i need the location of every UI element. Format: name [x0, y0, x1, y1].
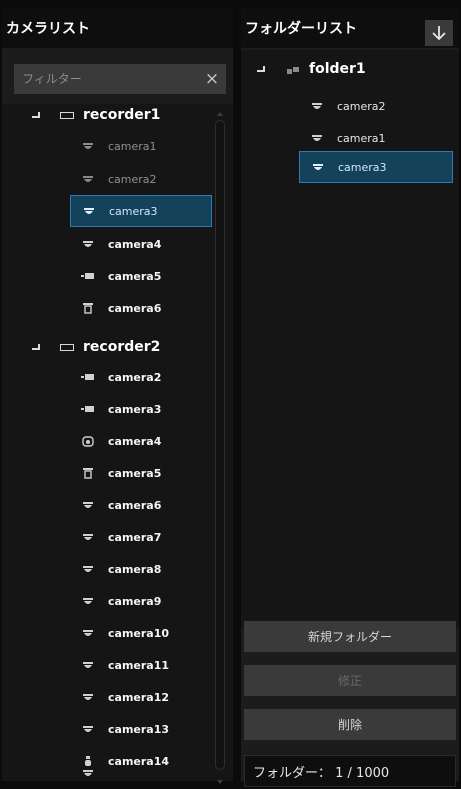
camera-label: camera2	[337, 99, 386, 113]
camera-label: camera4	[108, 237, 162, 251]
camera-label: camera4	[108, 434, 162, 448]
camera-label: camera2	[108, 370, 162, 384]
ptz-camera-icon	[78, 302, 98, 314]
camera-label: camera5	[108, 269, 162, 283]
camera-list-item[interactable]: camera4	[70, 425, 212, 457]
folder-list-panel: フォルダーリスト folder1 camera2 camera1 camera3…	[241, 8, 459, 787]
camera-list-scrollbar[interactable]	[215, 120, 225, 770]
camera-list-item[interactable]: camera12	[70, 681, 212, 713]
recorder-label: recorder1	[83, 107, 161, 123]
camera-list-item[interactable]: camera5	[70, 260, 212, 292]
folder-node[interactable]: folder1	[257, 58, 366, 80]
camera-list-item[interactable]: camera5	[70, 457, 212, 489]
dome-camera-icon	[78, 597, 98, 606]
camera-label: camera3	[338, 160, 387, 174]
camera-label: camera5	[108, 466, 162, 480]
fisheye-camera-icon	[78, 435, 98, 447]
camera-label: camera3	[108, 402, 162, 416]
collapse-toggle-icon[interactable]	[32, 344, 40, 350]
dome-camera-icon	[78, 725, 98, 734]
folder-camera-item[interactable]: camera1	[299, 122, 453, 154]
camera-label: camera10	[108, 626, 170, 640]
dome-camera-icon	[78, 533, 98, 542]
new-folder-button[interactable]: 新規フォルダー	[244, 621, 456, 652]
camera-label: camera8	[108, 562, 162, 576]
folder-label: folder1	[309, 61, 366, 77]
box-camera-icon	[78, 405, 98, 413]
scroll-up-arrow-icon[interactable]	[217, 112, 223, 116]
dome-camera-icon	[78, 629, 98, 638]
camera-label: camera9	[108, 594, 162, 608]
camera-list-item[interactable]: camera2	[70, 163, 212, 195]
camera-list-panel: カメラリスト × recorder1 camera1 camera2 camer…	[2, 8, 233, 784]
recorder-label: recorder2	[83, 339, 161, 355]
folder-camera-item[interactable]: camera2	[299, 90, 453, 122]
camera-list-item[interactable]: camera7	[70, 521, 212, 553]
dome-camera-icon	[79, 207, 99, 216]
dome-camera-icon	[307, 134, 327, 143]
dome-camera-icon	[78, 501, 98, 510]
dome-camera-icon	[78, 565, 98, 574]
collapse-toggle-icon[interactable]	[32, 112, 40, 118]
scroll-down-arrow-icon[interactable]	[217, 780, 223, 784]
dome-camera-icon	[78, 175, 98, 184]
camera-list-item[interactable]: camera8	[70, 553, 212, 585]
camera-label: camera13	[108, 722, 170, 736]
camera-group-icon	[287, 60, 299, 79]
camera-list-item[interactable]	[70, 757, 212, 789]
camera-label: camera6	[108, 301, 162, 315]
camera-label: camera7	[108, 530, 162, 544]
dome-camera-icon	[308, 163, 328, 172]
recorder-icon	[60, 343, 74, 351]
filter-input[interactable]	[14, 63, 198, 95]
camera-label: camera3	[109, 204, 158, 218]
folder-camera-item-selected[interactable]: camera3	[299, 151, 453, 183]
dome-camera-icon	[78, 769, 98, 778]
dome-camera-icon	[78, 661, 98, 670]
camera-list-title: カメラリスト	[2, 8, 233, 48]
dome-camera-icon	[78, 142, 98, 151]
clear-filter-icon[interactable]: ×	[198, 69, 226, 89]
camera-label: camera11	[108, 658, 170, 672]
camera-list-item[interactable]: camera4	[70, 228, 212, 260]
camera-list-item[interactable]: camera9	[70, 585, 212, 617]
edit-button[interactable]: 修正	[244, 665, 456, 696]
camera-list-item[interactable]: camera10	[70, 617, 212, 649]
dome-camera-icon	[307, 102, 327, 111]
recorder-node[interactable]: recorder1	[32, 104, 160, 126]
collapse-toggle-icon[interactable]	[257, 66, 265, 72]
camera-list-item[interactable]: camera11	[70, 649, 212, 681]
recorder-icon	[60, 111, 74, 119]
camera-list-item[interactable]: camera6	[70, 292, 212, 324]
camera-list-item[interactable]: camera2	[70, 361, 212, 393]
ptz-camera-icon	[78, 467, 98, 479]
dome-camera-icon	[78, 693, 98, 702]
camera-label: camera2	[108, 172, 157, 186]
camera-label: camera12	[108, 690, 170, 704]
filter-box: ×	[14, 63, 226, 95]
camera-label: camera6	[108, 498, 162, 512]
camera-list-item[interactable]: camera1	[70, 130, 212, 162]
folder-count: フォルダー： 1 / 1000	[244, 755, 456, 787]
camera-label: camera1	[337, 131, 386, 145]
box-camera-icon	[78, 373, 98, 381]
down-arrow-icon[interactable]	[425, 20, 453, 46]
camera-list-item[interactable]: camera13	[70, 713, 212, 745]
box-camera-icon	[78, 272, 98, 280]
camera-label: camera1	[108, 139, 157, 153]
recorder-node[interactable]: recorder2	[32, 336, 160, 358]
dome-camera-icon	[78, 240, 98, 249]
camera-list-item[interactable]: camera3	[70, 393, 212, 425]
delete-button[interactable]: 削除	[244, 709, 456, 740]
camera-list-item[interactable]: camera6	[70, 489, 212, 521]
camera-list-item-selected[interactable]: camera3	[70, 195, 212, 227]
